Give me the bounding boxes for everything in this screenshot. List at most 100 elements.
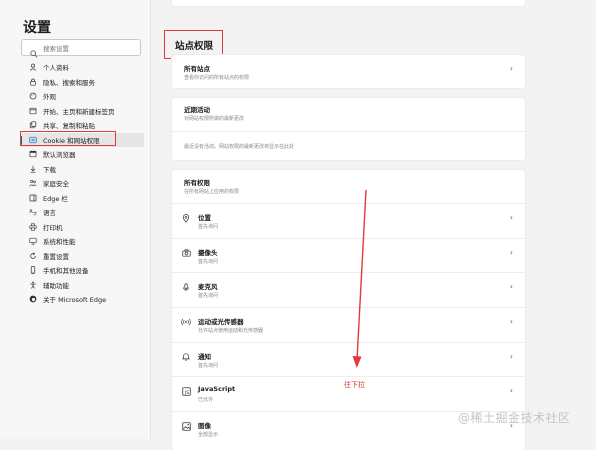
edge-logo-icon [27, 295, 39, 303]
system-icon [27, 237, 39, 245]
sidebar-title: 设置 [23, 20, 51, 36]
all-sites-title: 所有站点 [184, 65, 210, 73]
all-permissions-card: 所有权限 在所有网站上应用的权限 位置 首先询问 › 摄像头 首先询问 › 麦克… [172, 170, 525, 450]
chevron-right-icon: › [509, 351, 513, 361]
settings-sidebar: 设置 搜索设置 个人资料 隐私、搜索和服务 外观 开始、主页和新建标签页 共享、… [0, 0, 151, 439]
sidebar-item-start-home[interactable]: 开始、主页和新建标签页 [20, 104, 144, 119]
sidebar-item-phone-devices[interactable]: 手机和其他设备 [20, 263, 144, 278]
all-permissions-title: 所有权限 [184, 179, 210, 187]
all-sites-subtitle: 查看你访问的所有站点的权限 [184, 75, 250, 81]
chevron-right-icon: › [509, 386, 513, 396]
sidebar-item-label: 关于 Microsoft Edge [43, 296, 107, 305]
permission-title: 摄像头 [198, 248, 218, 257]
sidebar-item-label: 语言 [43, 209, 56, 218]
microphone-icon [181, 282, 191, 292]
chevron-right-icon: › [509, 64, 513, 73]
sidebar-item-accessibility[interactable]: 辅助功能 [20, 278, 144, 293]
sidebar-item-family-safety[interactable]: 家庭安全 [20, 176, 144, 191]
share-icon [27, 121, 39, 129]
sidebar-item-printers[interactable]: 打印机 [20, 220, 144, 235]
sidebar-item-label: 重置设置 [43, 252, 69, 261]
sidebar-item-default-browser[interactable]: 默认浏览器 [20, 147, 144, 162]
sidebar-item-edge-bar[interactable]: Edge 栏 [20, 191, 144, 206]
sidebar-item-label: Edge 栏 [43, 194, 68, 203]
image-icon [181, 421, 191, 431]
sidebar-item-label: 外观 [43, 93, 56, 102]
permission-row-camera[interactable]: 摄像头 首先询问 › [172, 237, 525, 273]
permission-row-motion-light-sensors[interactable]: 运动或光传感器 允许站点使用运动和光传感器 › [172, 307, 525, 342]
lock-icon [27, 78, 39, 86]
chevron-right-icon: › [509, 317, 513, 327]
previous-card [172, 0, 525, 6]
camera-icon [181, 248, 191, 258]
all-permissions-subtitle: 在所有网站上应用的权限 [184, 189, 240, 195]
main-content: 站点权限 所有站点 查看你访问的所有站点的权限 › 近期活动 对网站权限所做的最… [151, 0, 596, 450]
permission-title: JavaScript [198, 385, 236, 394]
javascript-icon: JS [181, 386, 191, 396]
search-placeholder: 搜索设置 [43, 45, 69, 53]
search-input[interactable]: 搜索设置 [21, 39, 141, 58]
permission-status: 首先询问 [198, 293, 219, 300]
browser-icon [27, 150, 39, 158]
annotation-label: 往下拉 [344, 381, 365, 389]
recent-activity-title: 近期活动 [184, 106, 210, 114]
permission-title: 位置 [198, 214, 211, 222]
sidebar-item-label: 开始、主页和新建标签页 [43, 107, 115, 116]
sidebar-item-privacy[interactable]: 隐私、搜索和服务 [20, 75, 144, 90]
watermark: @稀土掘金技术社区 [458, 411, 571, 425]
download-icon [27, 165, 39, 173]
sidebar-item-label: 打印机 [43, 223, 63, 232]
profile-icon [27, 63, 39, 71]
sidebar-item-label: 系统和性能 [43, 238, 76, 247]
permission-status: 允许站点使用运动和光传感器 [198, 328, 264, 335]
chevron-right-icon: › [509, 213, 513, 222]
sensor-icon [181, 317, 191, 327]
permission-title: 图像 [198, 422, 211, 431]
sidebar-nav: 个人资料 隐私、搜索和服务 外观 开始、主页和新建标签页 共享、复制和粘贴 Co… [20, 60, 144, 307]
permission-title: 运动或光传感器 [198, 318, 244, 327]
sidebar-item-label: 家庭安全 [43, 180, 69, 189]
chevron-right-icon: › [509, 282, 513, 292]
appearance-icon [27, 92, 39, 100]
sidebar-item-label: 隐私、搜索和服务 [43, 78, 95, 87]
permission-title: 通知 [198, 352, 211, 361]
recent-activity-empty-text: 最近没有活动。网站权限的最新更改将显示在此处 [184, 144, 295, 150]
svg-text:字: 字 [33, 210, 37, 216]
annotation-highlight-box [20, 131, 116, 146]
svg-text:JS: JS [183, 390, 188, 396]
sidebar-item-system-performance[interactable]: 系统和性能 [20, 234, 144, 249]
sidebar-item-profile[interactable]: 个人资料 [20, 60, 144, 75]
permission-title: 麦克风 [198, 283, 218, 292]
permission-row-location[interactable]: 位置 首先询问 › [172, 203, 525, 238]
edge-bar-icon [27, 194, 39, 202]
notification-icon [181, 352, 191, 362]
sidebar-item-label: 默认浏览器 [43, 151, 76, 160]
permission-status: 首先询问 [198, 258, 219, 265]
divider [172, 131, 525, 132]
sidebar-item-appearance[interactable]: 外观 [20, 89, 144, 104]
permission-row-notifications[interactable]: 通知 首先询问 › [172, 341, 525, 377]
sidebar-item-label: 辅助功能 [43, 281, 69, 290]
recent-activity-subtitle: 对网站权限所做的最新更改 [184, 116, 245, 122]
family-icon [27, 179, 39, 187]
language-icon: A字 [27, 208, 39, 216]
permission-status: 首先询问 [198, 224, 219, 230]
sidebar-item-label: 个人资料 [43, 64, 69, 73]
location-icon [181, 213, 191, 223]
home-icon [27, 107, 39, 115]
permission-row-microphone[interactable]: 麦克风 首先询问 › [172, 272, 525, 307]
sidebar-item-downloads[interactable]: 下载 [20, 162, 144, 177]
sidebar-item-label: 共享、复制和粘贴 [43, 122, 95, 131]
recent-activity-card: 近期活动 对网站权限所做的最新更改 最近没有活动。网站权限的最新更改将显示在此处 [172, 98, 525, 160]
sidebar-item-label: 下载 [43, 165, 56, 174]
phone-icon [27, 266, 39, 274]
sidebar-item-label: 手机和其他设备 [43, 267, 89, 276]
sidebar-item-languages[interactable]: A字 语言 [20, 205, 144, 220]
chevron-right-icon: › [509, 247, 513, 257]
sidebar-item-about-edge[interactable]: 关于 Microsoft Edge [20, 292, 144, 307]
accessibility-icon [27, 281, 39, 289]
all-sites-row[interactable]: 所有站点 查看你访问的所有站点的权限 › [172, 55, 525, 88]
permission-status: 全部显示 [198, 432, 219, 439]
reset-icon [27, 252, 39, 260]
sidebar-item-reset-settings[interactable]: 重置设置 [20, 249, 144, 264]
